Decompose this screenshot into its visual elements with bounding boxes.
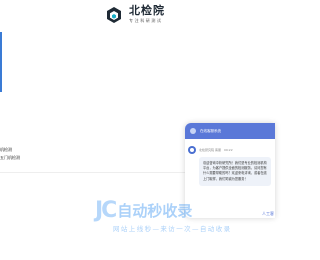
- watermark-logo-icon: JC: [95, 198, 117, 223]
- sidebar-link-2[interactable]: 五门机检测: [0, 154, 20, 162]
- brand-name: 北检院: [129, 4, 165, 17]
- chat-avatar-icon: [190, 128, 196, 134]
- agent-avatar-icon: [188, 146, 196, 154]
- site-header: 北检院 专注科研测试: [0, 0, 275, 32]
- message-bubble: 欢迎咨询中析研究所！我们是专业的检测机构平台，为客户提供全面的检测服务。请问您有…: [199, 157, 271, 186]
- chat-title: 在线客服系统: [200, 128, 221, 133]
- brand-slogan: 专注科研测试: [129, 18, 163, 23]
- watermark: JC 自动秒收录 网站上线秒—来访一次—自动收录: [95, 199, 255, 239]
- message-meta: 北检研究院 客服 09:22: [188, 146, 275, 154]
- site-logo[interactable]: 北检院 专注科研测试: [105, 5, 165, 24]
- sidebar-link-1[interactable]: 机检测: [0, 146, 20, 154]
- message-sender: 北检研究院 客服: [199, 148, 221, 152]
- accent-divider: [0, 32, 2, 92]
- sidebar-links: 机检测 五门机检测: [0, 146, 20, 162]
- cube-logo-icon: [105, 6, 123, 24]
- watermark-title: 自动秒收录: [117, 202, 193, 220]
- message-time: 09:22: [223, 148, 233, 152]
- chat-header[interactable]: 在线客服系统: [185, 123, 275, 139]
- watermark-subtitle: 网站上线秒—来访一次—自动收录: [113, 225, 232, 233]
- human-service-tab[interactable]: 人工客: [262, 211, 274, 217]
